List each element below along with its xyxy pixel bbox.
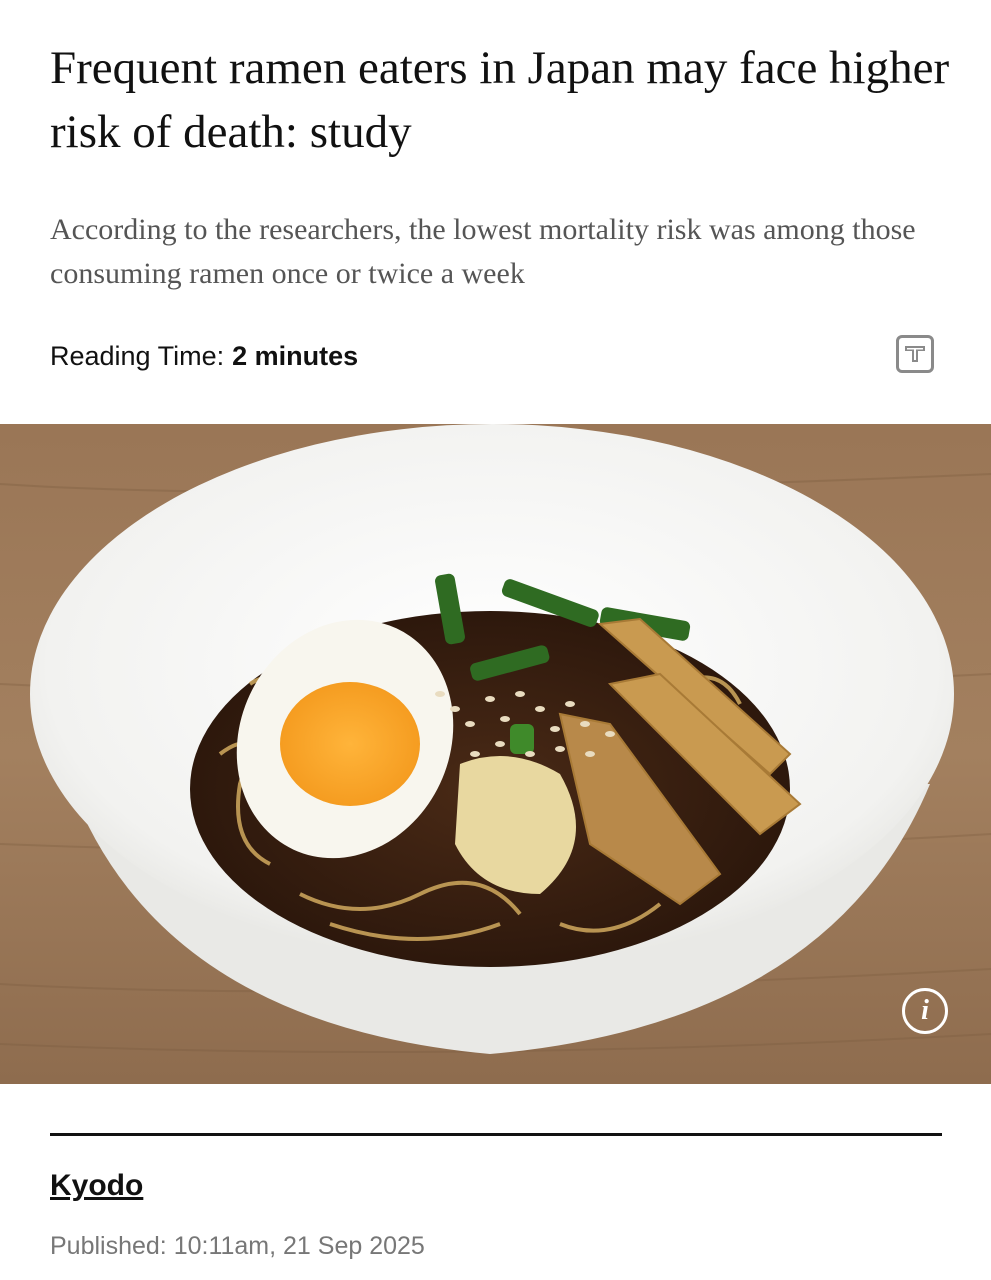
author-link[interactable]: Kyodo bbox=[50, 1166, 143, 1206]
text-size-button[interactable] bbox=[896, 335, 934, 373]
article-subheadline: According to the researchers, the lowest… bbox=[50, 213, 916, 290]
published-timestamp: Published: 10:11am, 21 Sep 2025 bbox=[50, 1232, 425, 1260]
article-headline: Frequent ramen eaters in Japan may face … bbox=[50, 42, 950, 158]
info-icon: i bbox=[921, 995, 929, 1026]
image-info-button[interactable]: i bbox=[902, 988, 948, 1034]
article-image[interactable] bbox=[0, 424, 991, 1084]
reading-time: Reading Time: 2 minutes bbox=[50, 336, 358, 376]
byline-divider bbox=[50, 1133, 942, 1136]
text-size-icon bbox=[905, 346, 925, 362]
reading-time-value: 2 minutes bbox=[232, 341, 359, 371]
reading-time-label: Reading Time: bbox=[50, 341, 225, 371]
